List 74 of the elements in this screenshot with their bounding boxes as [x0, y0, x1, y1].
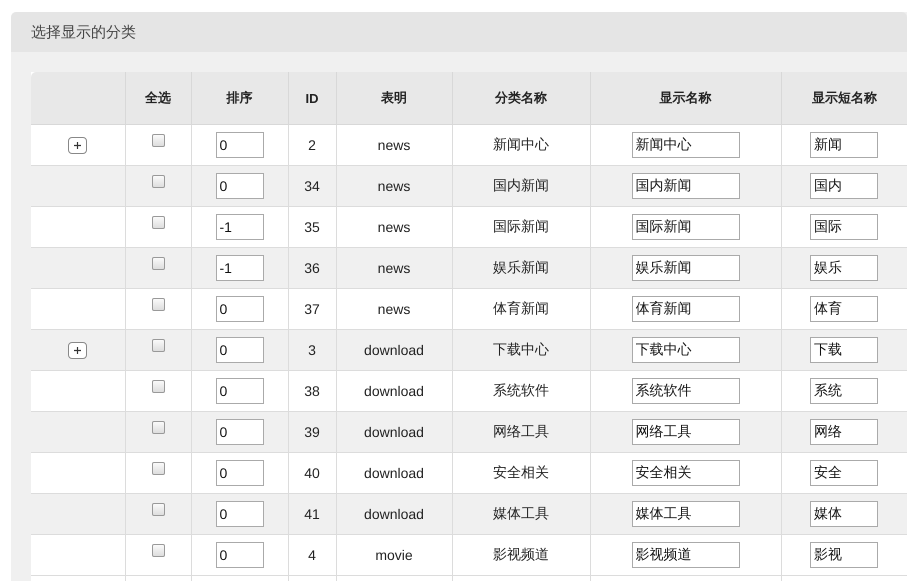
column-header: 显示名称: [590, 72, 781, 124]
order-input[interactable]: 0: [216, 337, 264, 363]
checkbox[interactable]: [152, 503, 164, 516]
table-cell: 国内新闻: [452, 166, 590, 206]
table-cell: 34: [288, 166, 336, 206]
short-name-input[interactable]: 娱乐: [810, 255, 878, 281]
order-input[interactable]: 0: [216, 378, 264, 404]
column-header: ID: [288, 72, 336, 124]
order-input[interactable]: -1: [216, 214, 264, 240]
order-input[interactable]: 0: [216, 296, 264, 322]
short-name-input[interactable]: 国内: [810, 173, 878, 199]
checkbox[interactable]: [152, 298, 164, 311]
table-cell: download: [336, 494, 452, 534]
short-name-input[interactable]: 网络: [810, 419, 878, 445]
short-name-input[interactable]: 安全: [810, 460, 878, 486]
short-name-input[interactable]: 媒体: [810, 501, 878, 527]
table-cell: 4: [288, 534, 336, 576]
display-name-input[interactable]: 下载中心: [632, 337, 740, 363]
display-name-input[interactable]: 新闻中心: [632, 132, 740, 158]
order-input[interactable]: 0: [216, 419, 264, 445]
checkbox[interactable]: [152, 339, 164, 352]
checkbox[interactable]: [152, 421, 164, 434]
column-header: 全选: [125, 72, 191, 124]
short-name-input[interactable]: 影视: [810, 542, 878, 568]
order-input[interactable]: 0: [216, 542, 264, 568]
short-name-input[interactable]: 系统: [810, 378, 878, 404]
table-cell: 网络工具: [452, 412, 590, 452]
display-name-input[interactable]: 影视频道: [632, 542, 740, 568]
display-name-input[interactable]: 媒体工具: [632, 501, 740, 527]
table-cell: 影视频道: [452, 534, 590, 576]
plus-icon: [73, 346, 82, 355]
expand-button[interactable]: [68, 342, 88, 359]
order-input[interactable]: -1: [216, 255, 264, 281]
order-input[interactable]: 0: [216, 132, 264, 158]
table-cell: 3: [288, 330, 336, 370]
table-cell: download: [336, 412, 452, 452]
checkbox[interactable]: [152, 257, 164, 270]
display-name-input[interactable]: 体育新闻: [632, 296, 740, 322]
checkbox[interactable]: [152, 462, 164, 475]
panel-title: 选择显示的分类: [31, 22, 136, 42]
order-input[interactable]: 0: [216, 173, 264, 199]
table-cell: download: [336, 330, 452, 370]
short-name-input[interactable]: 下载: [810, 337, 878, 363]
display-name-input[interactable]: 国际新闻: [632, 214, 740, 240]
checkbox[interactable]: [152, 544, 164, 557]
display-name-input[interactable]: 系统软件: [632, 378, 740, 404]
checkbox[interactable]: [152, 134, 164, 147]
table-cell: news: [336, 248, 452, 288]
short-name-input[interactable]: 新闻: [810, 132, 878, 158]
order-input[interactable]: 0: [216, 460, 264, 486]
column-header: 表明: [336, 72, 452, 124]
column-header: 排序: [191, 72, 288, 124]
table-cell: movie: [336, 534, 452, 576]
display-name-input[interactable]: 网络工具: [632, 419, 740, 445]
table-cell: news: [336, 166, 452, 206]
display-name-input[interactable]: 安全相关: [632, 460, 740, 486]
table-cell: 娱乐新闻: [452, 248, 590, 288]
table-cell: 41: [288, 494, 336, 534]
table-cell: 36: [288, 248, 336, 288]
checkbox[interactable]: [152, 380, 164, 393]
column-header: 分类名称: [452, 72, 590, 124]
display-name-input[interactable]: 国内新闻: [632, 173, 740, 199]
plus-icon: [73, 140, 82, 150]
checkbox[interactable]: [152, 175, 164, 188]
order-input[interactable]: 0: [216, 501, 264, 527]
display-name-input[interactable]: 娱乐新闻: [632, 255, 740, 281]
table-cell: 媒体工具: [452, 494, 590, 534]
table-cell: 下载中心: [452, 330, 590, 370]
column-header: 显示短名称: [781, 72, 907, 124]
checkbox[interactable]: [152, 216, 164, 229]
expand-button[interactable]: [68, 136, 88, 154]
table-cell: 39: [288, 412, 336, 452]
short-name-input[interactable]: 国际: [810, 214, 878, 240]
short-name-input[interactable]: 体育: [810, 296, 878, 322]
